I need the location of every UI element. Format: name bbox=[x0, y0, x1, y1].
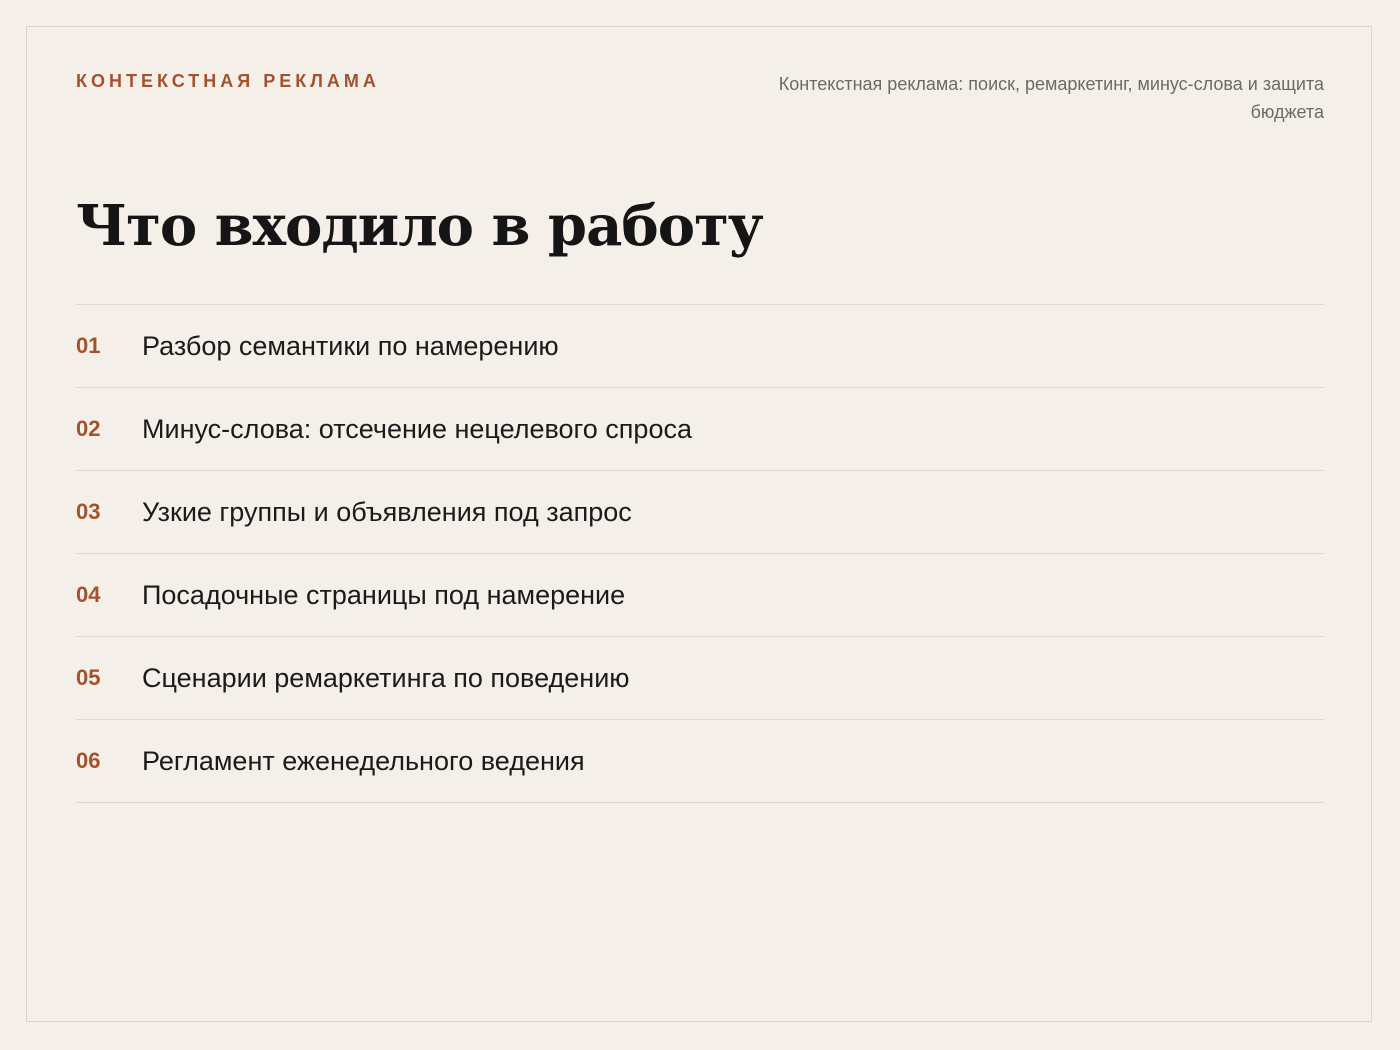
item-number: 03 bbox=[76, 499, 101, 524]
item-text: Разбор семантики по намерению bbox=[142, 331, 559, 361]
list-item: 04 Посадочные страницы под намерение bbox=[76, 554, 1324, 637]
list-item: 01 Разбор семантики по намерению bbox=[76, 305, 1324, 388]
list-item: 03 Узкие группы и объявления под запрос bbox=[76, 471, 1324, 554]
section-eyebrow: КОНТЕКСТНАЯ РЕКЛАМА bbox=[76, 71, 380, 91]
page-subtitle: Контекстная реклама: поиск, ремаркетинг,… bbox=[778, 74, 1324, 122]
item-number: 01 bbox=[76, 333, 101, 358]
item-text: Узкие группы и объявления под запрос bbox=[142, 497, 632, 527]
item-number: 02 bbox=[76, 416, 101, 441]
item-text: Регламент еженедельного ведения bbox=[142, 746, 585, 776]
item-number: 06 bbox=[76, 748, 101, 773]
list-item: 06 Регламент еженедельного ведения bbox=[76, 720, 1324, 803]
item-number: 05 bbox=[76, 665, 101, 690]
page-title: Что входило в работу bbox=[76, 193, 764, 259]
list-item: 02 Минус-слова: отсечение нецелевого спр… bbox=[76, 388, 1324, 471]
item-text: Посадочные страницы под намерение bbox=[142, 580, 626, 610]
item-text: Минус-слова: отсечение нецелевого спроса bbox=[142, 414, 692, 444]
work-items-list: 01 Разбор семантики по намерению 02 Мину… bbox=[76, 304, 1324, 803]
item-text: Сценарии ремаркетинга по поведению bbox=[142, 663, 630, 693]
list-item: 05 Сценарии ремаркетинга по поведению bbox=[76, 637, 1324, 720]
item-number: 04 bbox=[76, 582, 101, 607]
